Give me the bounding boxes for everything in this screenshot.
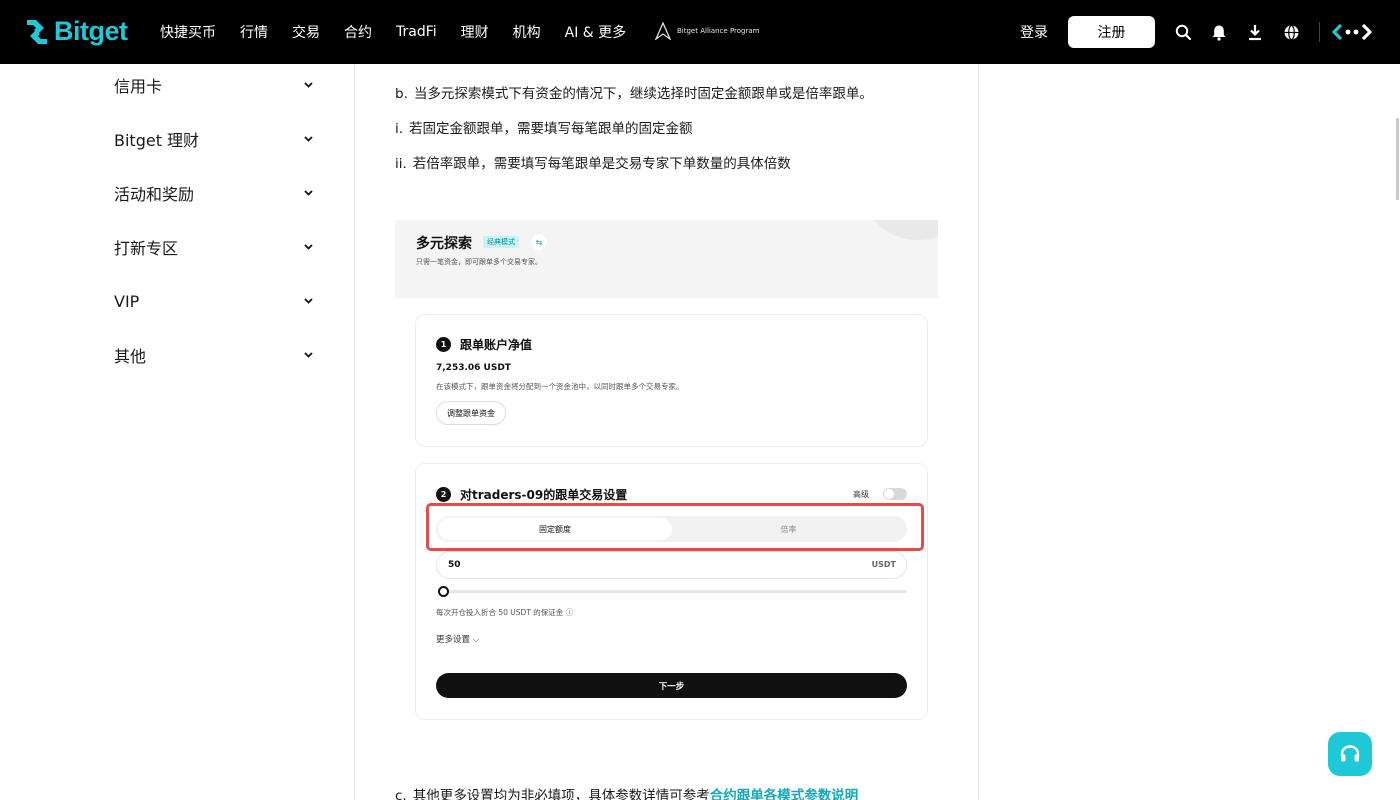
chevron-down-icon — [302, 133, 314, 145]
alliance-program-link[interactable]: Bitget Alliance Program — [655, 22, 759, 40]
mode-badge: 经典模式 — [483, 236, 519, 248]
amount-slider-track — [442, 590, 907, 593]
copy-settings-card: 2 对traders-09的跟单交易设置 高级 固定额度 倍率 50 USDT … — [415, 463, 928, 720]
bitget-logo[interactable]: Bitget — [24, 16, 128, 47]
chevron-down-icon — [302, 187, 314, 199]
login-button[interactable]: 登录 — [1020, 22, 1048, 42]
theme-icon[interactable] — [1332, 22, 1372, 42]
nav-buy-crypto[interactable]: 快捷买币 — [160, 22, 216, 42]
nav-ai-more[interactable]: AI & 更多 — [565, 22, 627, 42]
paragraph-text: 其他更多设置均为非必填项，具体参数详情可参考 — [412, 788, 710, 800]
top-navbar: Bitget 快捷买币 行情 交易 合约 TradFi 理财 机构 AI & 更… — [0, 0, 1400, 64]
list-marker: i. — [395, 121, 404, 137]
chevron-down-icon — [302, 79, 314, 91]
sidebar-item-launchpad[interactable]: 打新专区 — [114, 232, 314, 262]
sidebar-item-vip[interactable]: VIP — [114, 286, 314, 316]
alliance-program-label: Bitget Alliance Program — [677, 27, 760, 35]
customer-support-button[interactable] — [1328, 732, 1372, 776]
paragraph-text: 当多元探索模式下有资金的情况下，继续选择时固定金额跟单或是倍率跟单。 — [413, 86, 873, 102]
sidebar-item-credit-card[interactable]: 信用卡 — [114, 70, 314, 100]
advanced-toggle — [883, 488, 907, 500]
amount-value: 50 — [448, 560, 461, 570]
nav-tradfi[interactable]: TradFi — [396, 24, 437, 40]
equity-value: 7,253.06 USDT — [436, 363, 511, 373]
account-equity-card: 1 跟单账户净值 7,253.06 USDT 在该模式下，跟单资金将分配到一个资… — [415, 314, 928, 447]
banner-decoration — [868, 220, 938, 240]
sidebar-divider — [354, 64, 355, 800]
register-button[interactable]: 注册 — [1068, 16, 1155, 48]
equity-description: 在该模式下，跟单资金将分配到一个资金池中，以同时跟单多个交易专家。 — [436, 382, 684, 391]
help-sidebar: 信用卡 Bitget 理财 活动和奖励 打新专区 VIP 其他 — [0, 64, 354, 800]
sidebar-item-events-rewards[interactable]: 活动和奖励 — [114, 178, 314, 208]
adjust-funds-button: 调整跟单资金 — [436, 401, 506, 425]
alliance-logo-icon — [655, 22, 671, 40]
swap-icon: ⇆ — [531, 234, 547, 250]
sidebar-item-label: Bitget 理财 — [114, 131, 200, 150]
screenshot-title: 多元探索 — [416, 236, 472, 252]
chevron-down-icon — [302, 295, 314, 307]
brand-name: Bitget — [54, 16, 128, 46]
sidebar-item-bitget-earn[interactable]: Bitget 理财 — [114, 124, 314, 154]
article-paragraph-b: b. 当多元探索模式下有资金的情况下，继续选择时固定金额跟单或是倍率跟单。 — [395, 82, 873, 102]
content-divider — [978, 64, 979, 800]
amount-input: 50 USDT — [436, 551, 907, 579]
nav-markets[interactable]: 行情 — [240, 22, 268, 42]
step-title: 跟单账户净值 — [460, 338, 533, 352]
amount-slider-handle — [438, 586, 449, 597]
highlight-box — [426, 503, 924, 551]
article-paragraph-i: i. 若固定金额跟单，需要填写每笔跟单的固定金额 — [395, 117, 693, 137]
bell-icon[interactable] — [1209, 22, 1229, 42]
headset-icon — [1340, 745, 1360, 762]
amount-unit: USDT — [871, 560, 896, 569]
screenshot-subtitle: 只需一笔资金，即可跟单多个交易专家。 — [416, 258, 542, 266]
list-marker: c. — [395, 788, 407, 800]
sidebar-item-label: 信用卡 — [114, 77, 163, 96]
sidebar-item-label: VIP — [114, 291, 140, 311]
page-scrollbar[interactable] — [1396, 118, 1399, 200]
screenshot-banner: 多元探索 经典模式 ⇆ 只需一笔资金，即可跟单多个交易专家。 — [395, 220, 938, 298]
advanced-label: 高级 — [853, 490, 869, 499]
step-title: 对traders-09的跟单交易设置 — [460, 488, 628, 502]
article-screenshot: 多元探索 经典模式 ⇆ 只需一笔资金，即可跟单多个交易专家。 1 跟单账户净值 … — [395, 220, 938, 730]
list-marker: b. — [395, 86, 408, 102]
search-icon[interactable] — [1173, 22, 1193, 42]
sidebar-item-other[interactable]: 其他 — [114, 340, 314, 370]
paragraph-text: 若倍率跟单，需要填写每笔跟单是交易专家下单数量的具体倍数 — [412, 156, 791, 172]
download-icon[interactable] — [1245, 22, 1265, 42]
step-number: 2 — [436, 487, 451, 502]
nav-earn[interactable]: 理财 — [461, 22, 489, 42]
sidebar-item-label: 活动和奖励 — [114, 185, 195, 204]
header-divider — [1319, 22, 1320, 42]
sidebar-item-label: 其他 — [114, 347, 147, 366]
globe-icon[interactable] — [1281, 22, 1301, 42]
step-number: 1 — [436, 337, 451, 352]
chevron-down-icon — [302, 349, 314, 361]
bitget-logo-icon — [27, 19, 47, 44]
margin-note: 每次开仓投入折合 50 USDT 的保证金 ⓘ — [436, 608, 574, 617]
params-guide-link[interactable]: 合约跟单各模式参数说明 — [710, 788, 859, 800]
nav-trade[interactable]: 交易 — [292, 22, 320, 42]
paragraph-text: 若固定金额跟单，需要填写每笔跟单的固定金额 — [409, 121, 693, 137]
next-step-button: 下一步 — [436, 673, 907, 698]
nav-institutional[interactable]: 机构 — [513, 22, 541, 42]
nav-futures[interactable]: 合约 — [344, 22, 372, 42]
chevron-down-icon — [302, 241, 314, 253]
article-paragraph-ii: ii. 若倍率跟单，需要填写每笔跟单是交易专家下单数量的具体倍数 — [395, 152, 791, 172]
list-marker: ii. — [395, 156, 407, 172]
more-settings: 更多设置 ⌵ — [436, 635, 480, 645]
article-paragraph-c: c. 其他更多设置均为非必填项，具体参数详情可参考合约跟单各模式参数说明 — [395, 784, 858, 800]
main-nav: 快捷买币 行情 交易 合约 TradFi 理财 机构 AI & 更多 — [160, 0, 650, 64]
sidebar-item-label: 打新专区 — [114, 239, 179, 258]
